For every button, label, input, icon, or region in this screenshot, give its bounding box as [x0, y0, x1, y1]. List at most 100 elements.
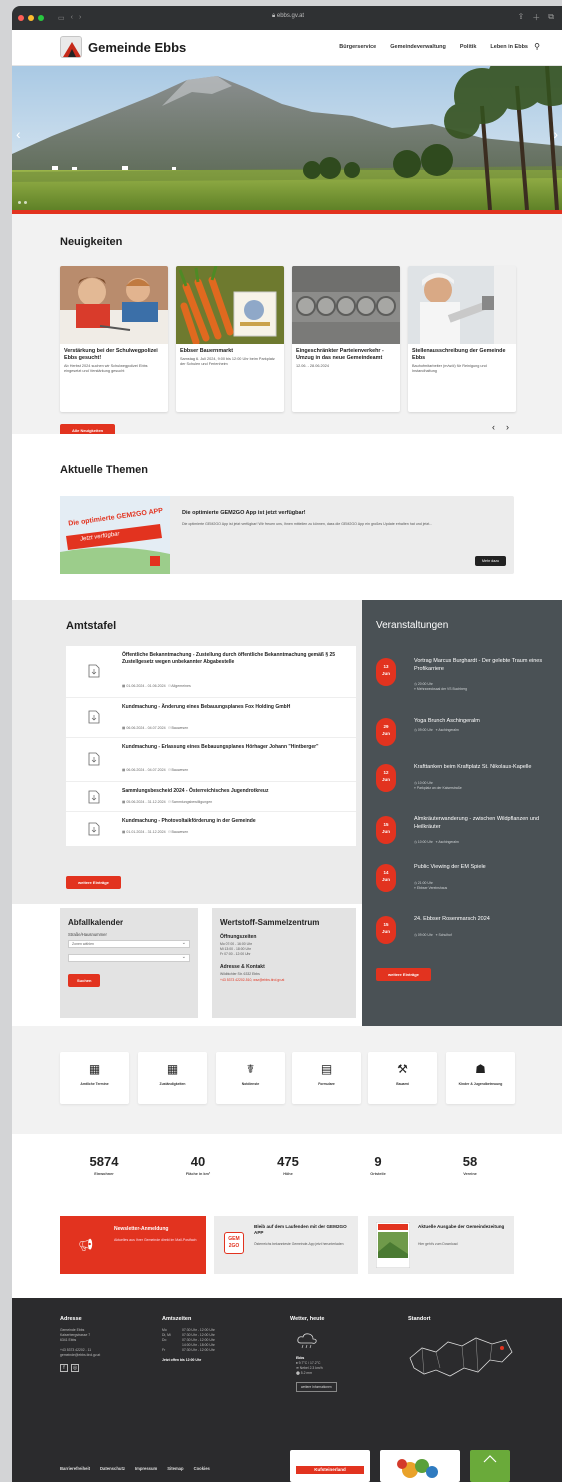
sidebar-icon[interactable]: ▭	[58, 14, 65, 22]
gem2go-promo-image: Die optimierte GEM2GO APP Jetzt verfügba…	[60, 496, 170, 574]
topic-more-button[interactable]: Mehr dazu	[475, 556, 506, 566]
newsletter-box[interactable]: 📢︎ Newsletter-Anmeldung Aktuelles aus Ih…	[60, 1216, 206, 1274]
calendar-icon: ▦	[122, 768, 126, 772]
more-events-button[interactable]: weitere Einträge	[376, 968, 431, 981]
pin-icon: ⌖	[414, 687, 416, 691]
notice-item[interactable]: Kundmachung - Änderung eines Bebauungspl…	[66, 698, 356, 738]
green-partner-logo[interactable]	[470, 1450, 510, 1482]
news-card[interactable]: Eingeschränkter Parteienverkehr - Umzug …	[292, 266, 400, 412]
stat-vereine: 58 Vereine	[462, 1154, 478, 1176]
site-logo[interactable]: Gemeinde Ebbs	[60, 36, 186, 58]
notice-item[interactable]: Öffentliche Bekanntmachung - Zustellung …	[66, 646, 356, 698]
main-nav: Bürgerservice Gemeindeverwaltung Politik…	[339, 44, 528, 50]
waste-search-button[interactable]: Suchen	[68, 974, 101, 987]
hero-slider: ‹ ›	[12, 66, 562, 210]
notice-board: Amtstafel Öffentliche Bekanntmachung - Z…	[12, 600, 362, 904]
browser-toolbar: ▭ ‹ › 🔒︎ ebbs.gv.at ⇪ ＋ ⧉	[12, 6, 562, 30]
topics-section: Aktuelle Themen Die optimierte GEM2GO AP…	[12, 434, 562, 600]
notice-heading: Amtstafel	[66, 620, 117, 632]
slider-prev-icon[interactable]: ‹	[16, 126, 21, 142]
coat-of-arms-icon	[60, 36, 82, 58]
event-date-badge: 15 Jun	[376, 916, 396, 944]
browser-window: ▭ ‹ › 🔒︎ ebbs.gv.at ⇪ ＋ ⧉ Gemeinde Ebbs Bürg…	[12, 6, 562, 1482]
quicklink-formulare[interactable]: ▤ Formulare	[292, 1052, 361, 1104]
events-panel: Veranstaltungen 13 Jun Vortrag Marcus Bur…	[362, 600, 562, 1026]
topic-card[interactable]: Die optimierte GEM2GO APP Jetzt verfügba…	[60, 496, 514, 574]
news-card[interactable]: Verstärkung bei der Schulwegpolizei Ebbs…	[60, 266, 168, 412]
notice-item[interactable]: Kundmachung - Photovoltaikförderung in d…	[66, 812, 356, 846]
document-icon	[88, 822, 100, 836]
nav-politik[interactable]: Politik	[460, 44, 477, 50]
new-tab-icon[interactable]: ＋	[532, 12, 540, 23]
nav-buergerservice[interactable]: Bürgerservice	[339, 44, 376, 50]
quicklink-bauamt[interactable]: ⚒ Bauamt	[368, 1052, 437, 1104]
site-footer: Adresse Gemeinde Ebbs Kaiserbergstrasse 7…	[12, 1298, 562, 1482]
clock-icon: ◷	[414, 881, 417, 885]
events-heading: Veranstaltungen	[376, 620, 449, 631]
share-icon[interactable]: ⇪	[518, 12, 525, 23]
gem2go-logo: GEM 2GO	[224, 1232, 244, 1254]
street-select[interactable]	[68, 954, 190, 962]
site-header: Gemeinde Ebbs Bürgerservice Gemeindeverw…	[12, 30, 562, 66]
event-date-badge: 15 Jun	[376, 816, 396, 844]
quicklink-notdienste[interactable]: ☤ Notdienste	[216, 1052, 285, 1104]
footer-office-hours: Mo 07:30 Uhr - 12:00 Uhr Di, Mi 07:30 Uhr …	[162, 1328, 215, 1362]
notice-item[interactable]: Sammlungsbescheid 2024 - Österreichische…	[66, 782, 356, 812]
tabs-icon[interactable]: ⧉	[548, 12, 554, 23]
instagram-icon[interactable]: ◎	[71, 1364, 79, 1372]
clock-icon: ◷	[414, 840, 417, 844]
news-image	[60, 266, 168, 344]
maximize-window-icon[interactable]	[38, 15, 44, 21]
calendar-icon: ▦	[122, 726, 126, 730]
weather-more-button[interactable]: weitere Informationen	[296, 1382, 337, 1392]
partner-logo[interactable]	[380, 1450, 460, 1482]
pin-icon: ⌖	[435, 933, 438, 937]
clock-icon: ◷	[414, 781, 417, 785]
event-date-badge: 12 Jun	[376, 764, 396, 792]
megaphone-icon: 📢︎	[78, 1238, 94, 1252]
news-card[interactable]: Ebbser Bauernmarkt Samstag 6. Juli 2024,…	[176, 266, 284, 412]
drop-icon: ⬤	[296, 1371, 300, 1375]
stat-einwohner: 5874 Einwohner	[89, 1154, 119, 1176]
recycling-center: Wertstoff-Sammelzentrum Öffnungszeiten M…	[212, 908, 356, 1018]
news-next-icon[interactable]: ›	[506, 422, 509, 432]
slider-next-icon[interactable]: ›	[553, 126, 558, 142]
back-icon[interactable]: ‹	[71, 14, 73, 22]
thermometer-icon: ⏺	[296, 1361, 298, 1365]
waste-calendar: Abfallkalender Straße/Hausnummer Zonen w…	[60, 908, 198, 1018]
document-icon	[88, 752, 100, 766]
quicklink-kinder-jugend[interactable]: ☗ Kinder & Jugendbetreuung	[446, 1052, 515, 1104]
forward-icon[interactable]: ›	[79, 14, 81, 22]
document-icon	[88, 710, 100, 724]
quicklink-zustaendigkeiten[interactable]: ▦ Zuständigkeiten	[138, 1052, 207, 1104]
nav-gemeindeverwaltung[interactable]: Gemeindeverwaltung	[390, 44, 446, 50]
quick-links: ▦ Amtliche Termine ▦ Zuständigkeiten ☤ Notd…	[12, 1026, 562, 1134]
people-icon: ☗	[475, 1062, 486, 1076]
nav-leben-in-ebbs[interactable]: Leben in Ebbs	[490, 44, 528, 50]
close-window-icon[interactable]	[18, 15, 24, 21]
more-notices-button[interactable]: weitere Einträge	[66, 876, 121, 889]
slider-dots[interactable]	[18, 201, 27, 204]
location-map[interactable]	[406, 1328, 516, 1384]
search-icon[interactable]: ⚲	[534, 42, 540, 51]
news-prev-icon[interactable]: ‹	[492, 422, 495, 432]
stat-flaeche: 40 Fläche in km²	[185, 1154, 211, 1176]
facebook-icon[interactable]: f	[60, 1364, 68, 1372]
hero-image	[12, 66, 562, 210]
news-card[interactable]: Stellenausschreibung der Gemeinde Ebbs B…	[408, 266, 516, 412]
newspaper-box[interactable]: Aktuelle Ausgabe der Gemeindezeitung Hie…	[368, 1216, 514, 1274]
calendar-icon: ▦	[122, 800, 126, 804]
calendar-icon: ▦	[122, 684, 126, 688]
stat-ortsteile: 9 Ortsteile	[370, 1154, 386, 1176]
kufsteinerland-logo[interactable]: Kufsteinerland	[290, 1450, 370, 1482]
stethoscope-icon: ☤	[246, 1062, 255, 1076]
gem2go-app-box[interactable]: GEM 2GO Bleib auf dem Laufenden mit der …	[214, 1216, 358, 1274]
quicklink-amtliche-termine[interactable]: ▦ Amtliche Termine	[60, 1052, 129, 1104]
zone-select[interactable]: Zonen wählen	[68, 940, 190, 948]
address-bar[interactable]: 🔒︎ ebbs.gv.at	[272, 13, 304, 20]
notice-item[interactable]: Kundmachung - Erlassung eines Bebauungsp…	[66, 738, 356, 782]
news-image	[408, 266, 516, 344]
contact-link[interactable]: +43 5373 42202-510, wsz@ebbs.tirol.gv.at	[220, 978, 284, 982]
promo-section: 📢︎ Newsletter-Anmeldung Aktuelles aus Ih…	[12, 1204, 562, 1298]
minimize-window-icon[interactable]	[28, 15, 34, 21]
